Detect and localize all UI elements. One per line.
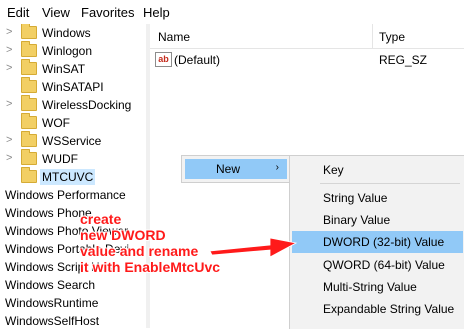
- annotation-arrow-icon: [209, 237, 298, 258]
